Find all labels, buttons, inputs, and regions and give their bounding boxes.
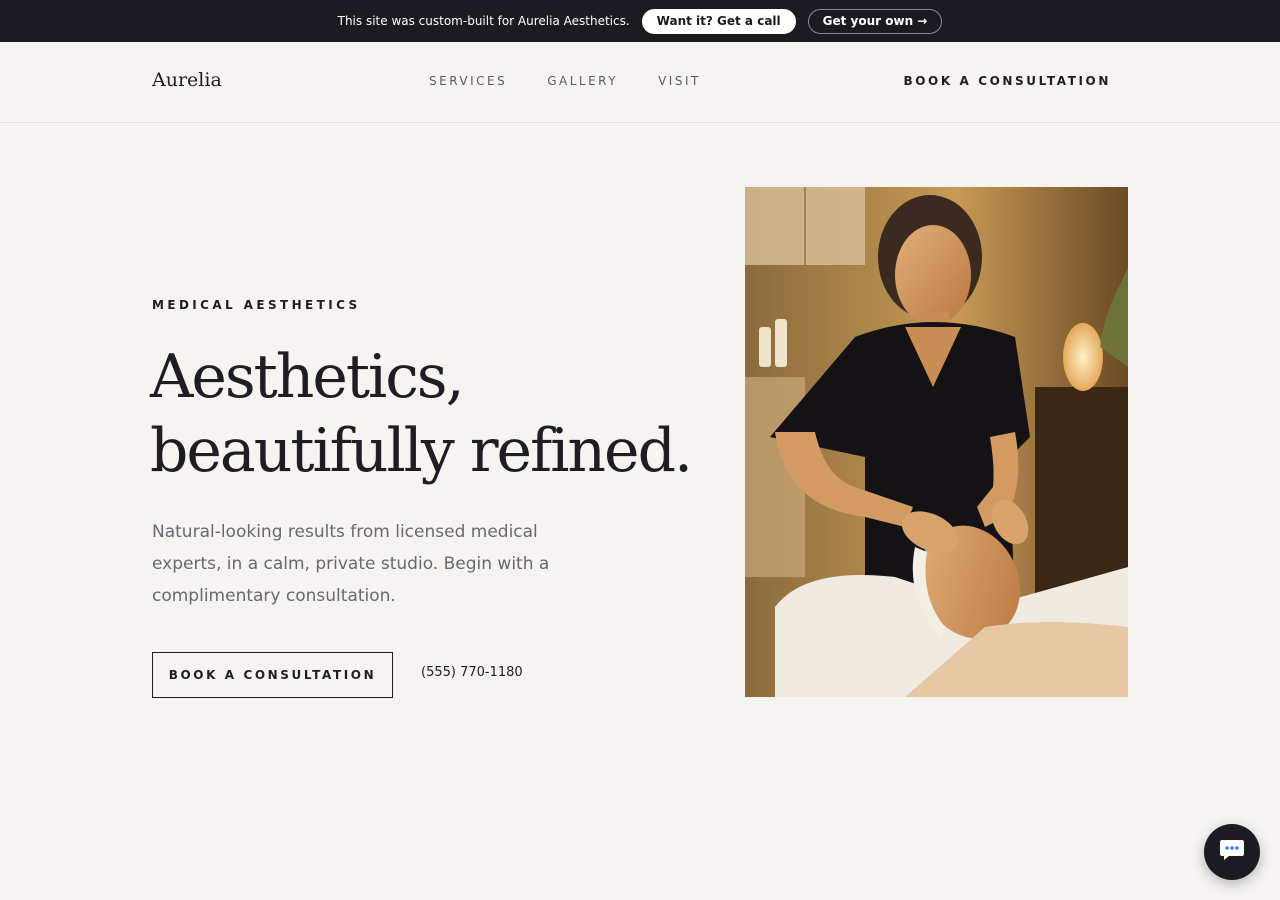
nav-services[interactable]: SERVICES bbox=[429, 74, 507, 88]
promo-bar: This site was custom-built for Aurelia A… bbox=[0, 0, 1280, 42]
hero-lead: Natural-looking results from licensed me… bbox=[152, 522, 550, 606]
chat-button[interactable] bbox=[1204, 824, 1260, 880]
promo-text: This site was custom-built for Aurelia A… bbox=[337, 14, 630, 28]
nav-gallery[interactable]: GALLERY bbox=[547, 74, 618, 88]
nav-visit[interactable]: VISIT bbox=[658, 74, 701, 88]
book-consultation-button[interactable]: BOOK A CONSULTATION bbox=[152, 652, 393, 698]
headline-line-1: Aesthetics, bbox=[150, 342, 465, 412]
main-nav: SERVICES GALLERY VISIT bbox=[429, 74, 701, 88]
hero-headline: Aesthetics, beautifully refined. bbox=[150, 340, 710, 488]
header-book-consultation-link[interactable]: BOOK A CONSULTATION bbox=[904, 74, 1112, 88]
site-header: Aurelia SERVICES GALLERY VISIT BOOK A CO… bbox=[0, 42, 1280, 123]
headline-line-2: beautifully refined. bbox=[150, 416, 693, 486]
logo[interactable]: Aurelia bbox=[152, 69, 222, 91]
phone-number[interactable]: (555) 770-1180 bbox=[421, 665, 523, 680]
hero-photo bbox=[745, 187, 1128, 697]
hero-eyebrow: MEDICAL AESTHETICS bbox=[152, 298, 361, 312]
get-your-own-button[interactable]: Get your own → bbox=[807, 8, 943, 34]
get-a-call-button[interactable]: Want it? Get a call bbox=[641, 8, 796, 34]
chat-bubble-icon bbox=[1219, 839, 1245, 865]
